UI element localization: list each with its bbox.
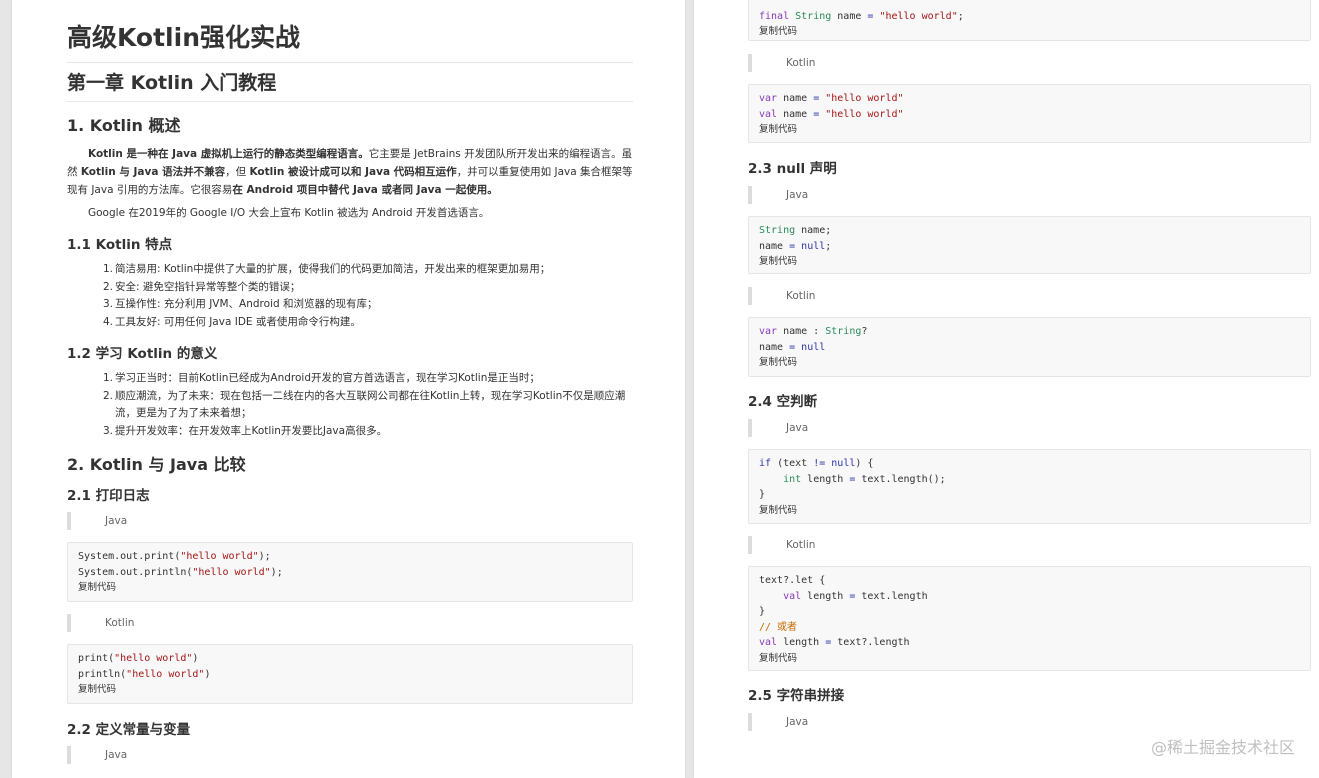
code-line: System.out.println("hello world"); [78, 566, 283, 578]
code-block-kotlin-null-check: text?.let { val length = text.length } /… [748, 566, 1311, 671]
code-line: val length = text.length [783, 590, 928, 602]
language-label-kotlin: Kotlin [748, 536, 815, 554]
language-label-java: Java [748, 186, 808, 204]
code-line: name = null [759, 341, 826, 353]
code-line: name = null; [759, 240, 832, 252]
copy-code-button[interactable]: 复制代码 [78, 682, 622, 697]
code-block-java-null: String name; name = null; 复制代码 [748, 216, 1311, 274]
google-announcement-paragraph: Google 在2019年的 Google I/O 大会上宣布 Kotlin 被… [88, 207, 490, 219]
code-line: var name : String? [759, 326, 868, 337]
meaning-list-item: 3. 提升开发效率：在开发效率上Kotlin开发要比Java高很多。 [103, 424, 388, 437]
bold-text-run: Kotlin 被设计成可以和 Java 代码相互运作 [249, 166, 457, 178]
language-label-kotlin: Kotlin [748, 287, 815, 305]
code-line: if (text != null) { [759, 458, 874, 469]
section-heading-comparison: 2. Kotlin 与 Java 比较 [67, 455, 246, 474]
document-page-right: final String name = "hello world"; 复制代码 … [694, 0, 1319, 778]
code-block-kotlin-null: var name : String? name = null 复制代码 [748, 317, 1311, 377]
code-block-java-print: System.out.print("hello world"); System.… [67, 542, 633, 602]
code-line: } [759, 489, 766, 500]
section-heading-const-var: 2.2 定义常量与变量 [67, 722, 191, 738]
code-block-kotlin-print: print("hello world") println("hello worl… [67, 644, 633, 704]
copy-code-button[interactable]: 复制代码 [759, 503, 1300, 518]
feature-list-item: 1. 简洁易用: Kotlin中提供了大量的扩展，使得我们的代码更加简洁，开发出… [103, 263, 551, 275]
code-line: println("hello world") [78, 668, 211, 680]
code-line: } [759, 606, 766, 617]
section-heading-null-check: 2.4 空判断 [748, 394, 818, 410]
meaning-list: 1. 学习正当时：目前Kotlin已经成为Android开发的官方首选语言，现在… [103, 370, 633, 440]
code-line: print("hello world") [78, 653, 199, 664]
meaning-list-item: 2. 顺应潮流，为了未来：现在包括一二线在内的各大互联网公司都在往Kotlin上… [103, 389, 626, 420]
document-title: 高级Kotlin强化实战 [67, 18, 633, 63]
code-line: // 或者 [759, 621, 798, 633]
meaning-list-item: 1. 学习正当时：目前Kotlin已经成为Android开发的官方首选语言，现在… [103, 372, 540, 384]
language-label-java: Java [67, 512, 127, 530]
language-label-java: Java [67, 746, 127, 764]
copy-code-button[interactable]: 复制代码 [759, 24, 1300, 39]
text-run: ，但 [225, 166, 250, 178]
bold-text-run: Kotlin 与 Java 语法并不兼容 [80, 166, 226, 178]
watermark: @稀土掘金技术社区 [1150, 738, 1295, 757]
features-list: 1. 简洁易用: Kotlin中提供了大量的扩展，使得我们的代码更加简洁，开发出… [103, 261, 633, 331]
code-block-java-null-check: if (text != null) { int length = text.le… [748, 449, 1311, 524]
section-heading-overview: 1. Kotlin 概述 [67, 116, 181, 135]
copy-code-button[interactable]: 复制代码 [759, 651, 1300, 666]
chapter-heading: 第一章 Kotlin 入门教程 [67, 68, 633, 102]
code-line: int length = text.length(); [783, 473, 946, 485]
feature-list-item: 3. 互操作性: 充分利用 JVM、Android 和浏览器的现有库； [103, 298, 378, 310]
copy-code-button[interactable]: 复制代码 [759, 122, 1300, 137]
code-line: final String name = "hello world"; [759, 10, 964, 22]
section-heading-meaning: 1.2 学习 Kotlin 的意义 [67, 346, 218, 362]
language-label-java: Java [748, 419, 808, 437]
code-line: val length = text?.length [759, 637, 910, 648]
section-heading-string-concat: 2.5 字符串拼接 [748, 688, 845, 704]
feature-list-item: 4. 工具友好: 可用任何 Java IDE 或者使用命令行构建。 [103, 315, 361, 328]
bold-text-run: 在 Android 项目中替代 Java 或者同 Java 一起使用。 [232, 184, 498, 196]
section-heading-print-log: 2.1 打印日志 [67, 488, 150, 504]
section-heading-null-declaration: 2.3 null 声明 [748, 161, 837, 177]
code-block-java-const: final String name = "hello world"; 复制代码 [748, 0, 1311, 41]
copy-code-button[interactable]: 复制代码 [759, 254, 1300, 269]
overview-paragraph: Kotlin 是一种在 Java 虚拟机上运行的静态类型编程语言。它主要是 Je… [67, 145, 633, 199]
language-label-java: Java [748, 713, 808, 731]
copy-code-button[interactable]: 复制代码 [759, 355, 1300, 370]
copy-code-button[interactable]: 复制代码 [78, 580, 622, 595]
code-line: String name; [759, 225, 832, 236]
code-block-kotlin-var: var name = "hello world" val name = "hel… [748, 84, 1311, 143]
language-label-kotlin: Kotlin [67, 614, 134, 632]
code-line: var name = "hello world" [759, 93, 904, 104]
code-line: val name = "hello world" [759, 108, 904, 120]
language-label-kotlin: Kotlin [748, 54, 815, 72]
code-line: text?.let { [759, 575, 826, 586]
feature-list-item: 2. 安全: 避免空指针异常等整个类的错误； [103, 280, 301, 293]
code-line: System.out.print("hello world"); [78, 551, 271, 562]
document-page-left: 高级Kotlin强化实战 第一章 Kotlin 入门教程 1. Kotlin 概… [12, 0, 685, 778]
section-heading-features: 1.1 Kotlin 特点 [67, 237, 173, 253]
bold-text-run: Kotlin 是一种在 Java 虚拟机上运行的静态类型编程语言。 [88, 148, 369, 160]
